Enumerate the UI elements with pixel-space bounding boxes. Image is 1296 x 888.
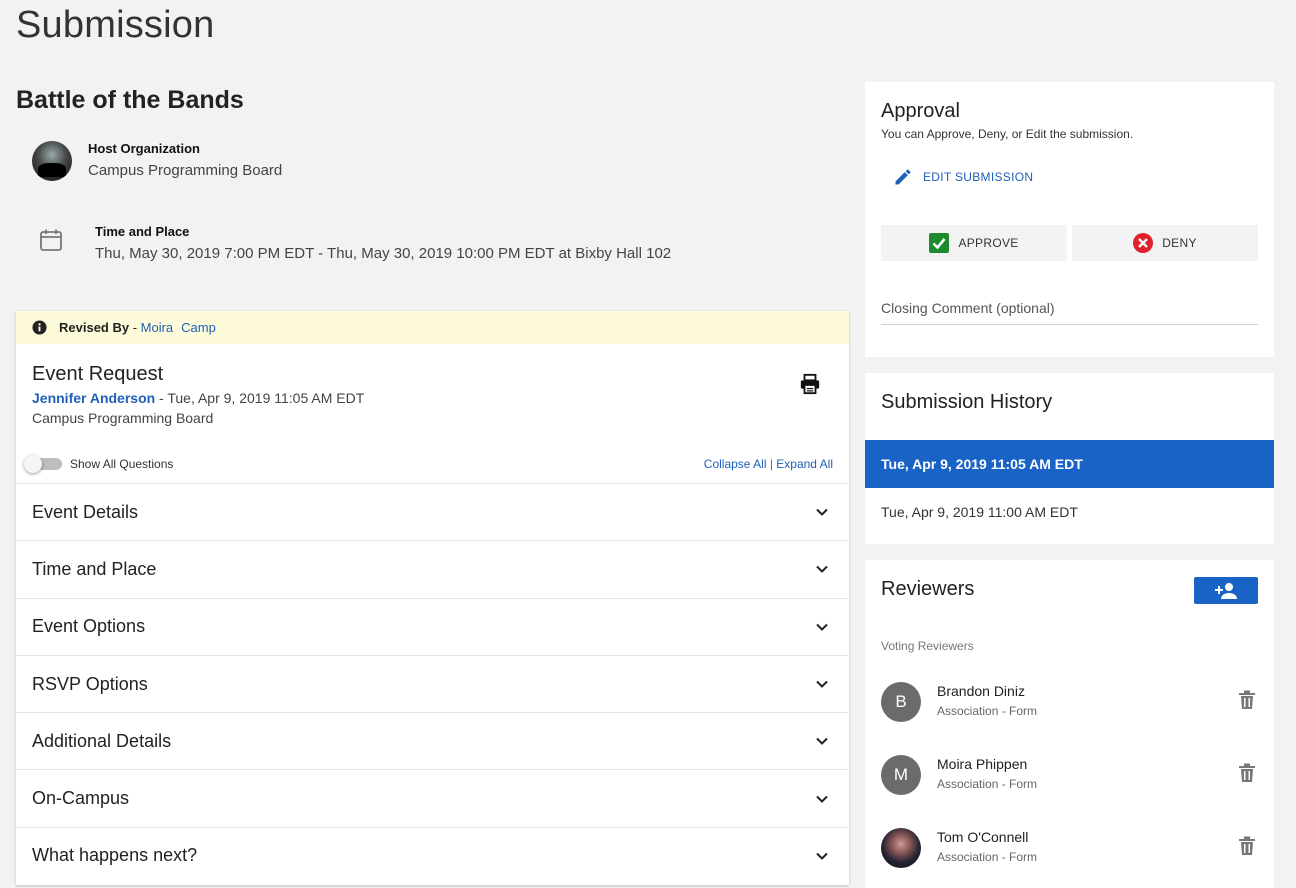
event-name: Battle of the Bands [16, 86, 244, 114]
check-icon [929, 233, 950, 253]
reviewer-role: Association - Form [937, 850, 1038, 864]
collapse-expand-links: Collapse All | Expand All [704, 457, 833, 471]
submitted-date: - Tue, Apr 9, 2019 11:05 AM EDT [155, 390, 365, 406]
reviewer-row: M Moira Phippen Association - Form [881, 755, 1258, 799]
section-event-details[interactable]: Event Details [16, 483, 849, 540]
submission-history-panel: Submission History Tue, Apr 9, 2019 11:0… [865, 373, 1274, 544]
host-organization-row: Host Organization Campus Programming Boa… [32, 141, 282, 181]
section-what-happens-next[interactable]: What happens next? [16, 826, 849, 884]
host-organization-label: Host Organization [88, 141, 200, 156]
time-place-value: Thu, May 30, 2019 7:00 PM EDT - Thu, May… [95, 245, 672, 262]
reviewers-panel: Reviewers Voting Reviewers B Brandon Din… [865, 560, 1274, 888]
revised-by-first-name-link[interactable]: Moira [141, 320, 174, 335]
revised-by-last-name-link[interactable]: Camp [181, 320, 216, 335]
trash-icon[interactable] [1238, 763, 1256, 783]
approve-button[interactable]: APPROVE [881, 225, 1067, 261]
edit-submission-button[interactable]: EDIT SUBMISSION [893, 167, 1033, 187]
host-organization-value: Campus Programming Board [88, 162, 283, 179]
organization-avatar [32, 141, 72, 181]
section-rsvp-options[interactable]: RSVP Options [16, 654, 849, 712]
reviewer-name: Moira Phippen [937, 756, 1028, 772]
avatar: B [881, 682, 921, 722]
chevron-down-icon [816, 852, 828, 860]
revised-by-separator: - [129, 320, 141, 335]
history-item[interactable]: Tue, Apr 9, 2019 11:00 AM EDT [865, 488, 1274, 536]
approval-panel: Approval You can Approve, Deny, or Edit … [865, 82, 1274, 357]
section-event-options[interactable]: Event Options [16, 597, 849, 655]
reviewer-role: Association - Form [937, 704, 1038, 718]
chevron-down-icon [816, 623, 828, 631]
reviewer-role: Association - Form [937, 777, 1038, 791]
approval-subtitle: You can Approve, Deny, or Edit the submi… [881, 127, 1134, 141]
avatar [881, 828, 921, 868]
chevron-down-icon [816, 680, 828, 688]
calendar-icon [40, 229, 62, 251]
time-place-label: Time and Place [95, 224, 190, 239]
chevron-down-icon [816, 795, 828, 803]
voting-reviewers-label: Voting Reviewers [881, 639, 974, 653]
form-sections: Event Details Time and Place Event Optio… [16, 483, 849, 884]
reviewer-name: Brandon Diniz [937, 683, 1025, 699]
add-reviewer-button[interactable] [1194, 577, 1258, 604]
add-user-icon [1215, 582, 1237, 599]
show-all-questions-label: Show All Questions [70, 457, 174, 471]
reviewers-title: Reviewers [881, 578, 975, 600]
chevron-down-icon [816, 738, 828, 746]
trash-icon[interactable] [1238, 836, 1256, 856]
show-all-questions-toggle[interactable] [24, 455, 62, 473]
author-link[interactable]: Jennifer Anderson [32, 390, 155, 406]
section-on-campus[interactable]: On-Campus [16, 769, 849, 826]
revised-by-bar: Revised By - Moira Camp [16, 311, 849, 344]
reviewer-name: Tom O'Connell [937, 829, 1029, 845]
chevron-down-icon [816, 566, 828, 574]
info-icon [32, 320, 47, 335]
form-organization: Campus Programming Board [32, 410, 214, 426]
revised-by-label: Revised By [59, 320, 130, 335]
section-time-and-place[interactable]: Time and Place [16, 540, 849, 597]
close-circle-icon [1133, 233, 1154, 253]
time-place-row: Time and Place Thu, May 30, 2019 7:00 PM… [32, 224, 671, 262]
section-additional-details[interactable]: Additional Details [16, 712, 849, 769]
form-author-line: Jennifer Anderson - Tue, Apr 9, 2019 11:… [32, 390, 364, 406]
avatar: M [881, 755, 921, 795]
form-card: Revised By - Moira Camp Event Request Je… [16, 311, 849, 885]
history-item-selected[interactable]: Tue, Apr 9, 2019 11:05 AM EDT [865, 440, 1274, 488]
trash-icon[interactable] [1238, 690, 1256, 710]
collapse-all-link[interactable]: Collapse All [704, 457, 767, 471]
reviewer-row: Tom O'Connell Association - Form [881, 828, 1258, 872]
print-icon[interactable] [799, 373, 821, 395]
submission-history-title: Submission History [881, 391, 1053, 413]
pencil-icon [895, 169, 911, 185]
closing-comment-input[interactable]: Closing Comment (optional) [881, 300, 1258, 325]
link-separator: | [766, 457, 777, 471]
expand-all-link[interactable]: Expand All [776, 457, 833, 471]
form-title: Event Request [32, 363, 164, 385]
chevron-down-icon [816, 508, 828, 517]
deny-button[interactable]: DENY [1072, 225, 1258, 261]
page-title: Submission [16, 4, 215, 46]
reviewer-row: B Brandon Diniz Association - Form [881, 682, 1258, 726]
approval-title: Approval [881, 100, 960, 122]
